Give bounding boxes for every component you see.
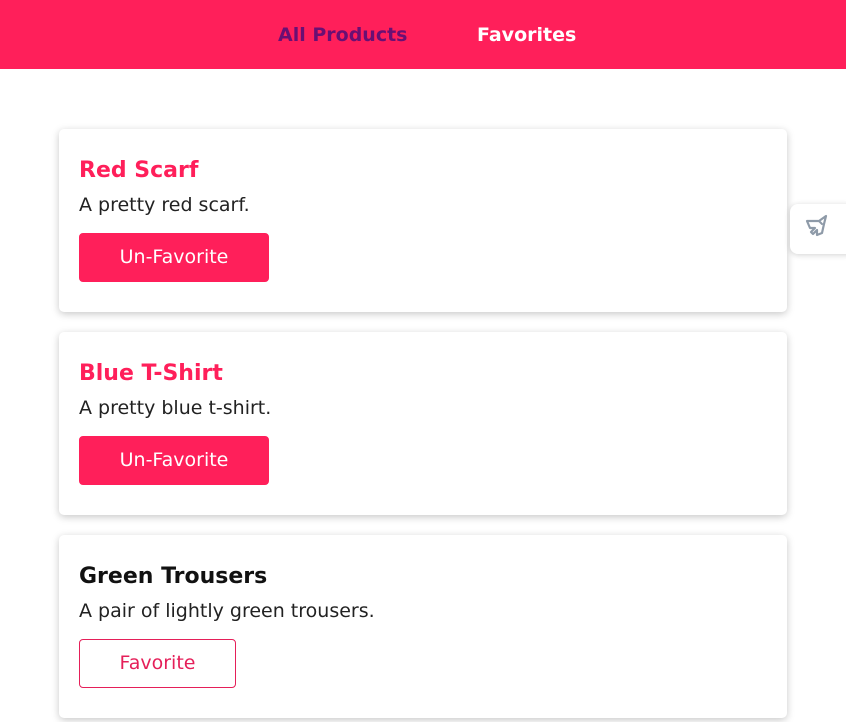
product-card-red-scarf: Red Scarf A pretty red scarf. Un-Favorit… xyxy=(59,129,787,312)
product-title: Blue T-Shirt xyxy=(79,361,223,386)
favorite-button[interactable]: Favorite xyxy=(79,639,236,688)
product-description: A pretty blue t-shirt. xyxy=(79,397,272,419)
product-title: Red Scarf xyxy=(79,158,199,183)
unfavorite-button[interactable]: Un-Favorite xyxy=(79,436,269,485)
nav-link-all-products[interactable]: All Products xyxy=(278,22,407,48)
side-panel-toggle[interactable] xyxy=(790,204,846,254)
product-description: A pretty red scarf. xyxy=(79,194,250,216)
nav-link-favorites[interactable]: Favorites xyxy=(477,22,576,48)
unfavorite-button[interactable]: Un-Favorite xyxy=(79,233,269,282)
rocket-icon xyxy=(805,213,830,245)
product-card-green-trousers: Green Trousers A pair of lightly green t… xyxy=(59,535,787,718)
top-navigation-bar: All Products Favorites xyxy=(0,0,846,69)
product-description: A pair of lightly green trousers. xyxy=(79,600,375,622)
product-title: Green Trousers xyxy=(79,564,268,589)
product-card-blue-tshirt: Blue T-Shirt A pretty blue t-shirt. Un-F… xyxy=(59,332,787,515)
